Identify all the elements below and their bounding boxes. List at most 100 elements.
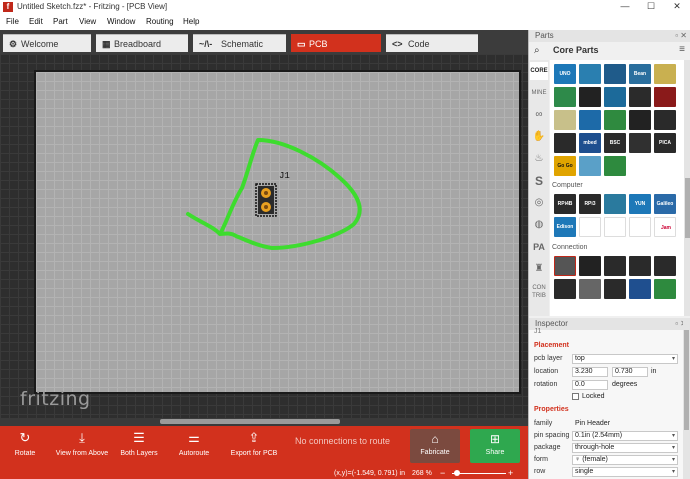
- menu-part[interactable]: Part: [53, 17, 68, 26]
- part-tile[interactable]: [579, 87, 601, 107]
- canvas-horizontal-scrollbar[interactable]: [0, 418, 528, 426]
- part-tile[interactable]: [579, 64, 601, 84]
- bin-seeed[interactable]: ♨: [530, 150, 548, 168]
- part-tile[interactable]: [579, 156, 601, 176]
- rotation-field[interactable]: 0.0: [572, 380, 608, 390]
- bin-tools[interactable]: ♜: [530, 260, 548, 278]
- part-tile[interactable]: [604, 87, 626, 107]
- zoom-out-button[interactable]: −: [440, 468, 445, 478]
- export-pcb-button[interactable]: ⇪ Export for PCB: [228, 428, 280, 457]
- part-tile[interactable]: [554, 279, 576, 299]
- part-tile[interactable]: Jam: [654, 217, 676, 237]
- tab-pcb[interactable]: ▭ PCB: [291, 34, 381, 52]
- part-tile[interactable]: UNO: [554, 64, 576, 84]
- menu-file[interactable]: File: [6, 17, 19, 26]
- bin-mine[interactable]: MINE: [530, 84, 548, 102]
- part-tile[interactable]: [604, 110, 626, 130]
- share-button[interactable]: ⊞ Share: [470, 429, 520, 463]
- part-tile[interactable]: RPi3: [579, 194, 601, 214]
- maximize-button[interactable]: ☐: [638, 0, 664, 14]
- part-tile[interactable]: [654, 279, 676, 299]
- menu-window[interactable]: Window: [107, 17, 135, 26]
- part-tile[interactable]: Bean: [629, 64, 651, 84]
- part-tile[interactable]: Edison: [554, 217, 576, 237]
- close-button[interactable]: ✕: [664, 0, 690, 14]
- part-tile[interactable]: [604, 156, 626, 176]
- trace-layer[interactable]: J1: [0, 54, 528, 426]
- bin-sparkfun[interactable]: S: [530, 172, 548, 190]
- header-j1-part[interactable]: J1: [255, 171, 290, 217]
- part-tile[interactable]: YUN: [629, 194, 651, 214]
- menu-edit[interactable]: Edit: [29, 17, 43, 26]
- search-icon[interactable]: ⌕: [534, 45, 540, 56]
- locked-checkbox[interactable]: [572, 393, 579, 400]
- fabricate-button[interactable]: ⌂ Fabricate: [410, 429, 460, 463]
- part-tile[interactable]: [554, 256, 576, 276]
- inspector-scrollbar[interactable]: [683, 318, 690, 479]
- panel-float-close-icons[interactable]: ▫ ✕: [675, 30, 687, 42]
- part-tile[interactable]: [629, 217, 651, 237]
- bin-hand[interactable]: ✋: [530, 128, 548, 146]
- part-tile[interactable]: [554, 110, 576, 130]
- part-tile[interactable]: Galileo: [654, 194, 676, 214]
- minimize-button[interactable]: —: [612, 0, 638, 14]
- part-tile[interactable]: [579, 217, 601, 237]
- part-tile[interactable]: [654, 64, 676, 84]
- part-tile[interactable]: [654, 87, 676, 107]
- part-tile[interactable]: [629, 256, 651, 276]
- part-tile[interactable]: [579, 110, 601, 130]
- tab-welcome[interactable]: ⚙ Welcome: [3, 34, 91, 52]
- bin-core[interactable]: CORE: [530, 62, 548, 80]
- bin-intel[interactable]: ◎: [530, 194, 548, 212]
- part-tile[interactable]: [654, 256, 676, 276]
- part-tile[interactable]: [604, 64, 626, 84]
- part-tile[interactable]: Go Go: [554, 156, 576, 176]
- pcb-layer-select[interactable]: top ▾: [572, 354, 678, 364]
- bin-snootlab[interactable]: ◍: [530, 216, 548, 234]
- part-tile[interactable]: [554, 87, 576, 107]
- zoom-in-button[interactable]: +: [508, 468, 513, 478]
- scrollbar-thumb[interactable]: [684, 330, 689, 430]
- zoom-level[interactable]: 268 %: [412, 470, 432, 477]
- parts-scrollbar[interactable]: [684, 60, 690, 316]
- part-tile[interactable]: [654, 110, 676, 130]
- form-select[interactable]: ♀ (female) ▾: [572, 455, 678, 465]
- part-tile[interactable]: [629, 279, 651, 299]
- menu-routing[interactable]: Routing: [146, 17, 174, 26]
- bin-pa[interactable]: PA: [530, 238, 548, 256]
- part-tile[interactable]: [604, 256, 626, 276]
- tab-code[interactable]: <> Code: [386, 34, 478, 52]
- tab-breadboard[interactable]: ▦ Breadboard: [96, 34, 188, 52]
- bin-menu-icon[interactable]: ≡: [679, 44, 685, 55]
- zoom-slider[interactable]: [452, 473, 506, 474]
- location-x-field[interactable]: 3.230: [572, 367, 608, 377]
- bin-contrib[interactable]: CON TRIB: [530, 282, 548, 300]
- menu-view[interactable]: View: [79, 17, 96, 26]
- part-tile[interactable]: [554, 133, 576, 153]
- part-tile[interactable]: [629, 110, 651, 130]
- both-layers-button[interactable]: ☰ Both Layers: [118, 428, 160, 457]
- row-select[interactable]: single ▾: [572, 467, 678, 477]
- part-tile[interactable]: mbed: [579, 133, 601, 153]
- menu-help[interactable]: Help: [183, 17, 199, 26]
- bin-arduino[interactable]: ∞: [530, 106, 548, 124]
- view-from-above-button[interactable]: ⤓ View from Above: [55, 428, 109, 457]
- part-tile[interactable]: [604, 217, 626, 237]
- tab-schematic[interactable]: ~/\- Schematic: [193, 34, 286, 52]
- part-tile[interactable]: [629, 87, 651, 107]
- scrollbar-thumb[interactable]: [160, 419, 340, 424]
- location-unit[interactable]: in: [651, 368, 656, 375]
- pcb-canvas[interactable]: J1 fritzing: [0, 54, 528, 426]
- autoroute-button[interactable]: ⚌ Autoroute: [176, 428, 212, 457]
- part-tile[interactable]: [604, 194, 626, 214]
- part-tile[interactable]: [579, 256, 601, 276]
- part-tile[interactable]: BSC: [604, 133, 626, 153]
- zoom-slider-handle[interactable]: [454, 470, 460, 476]
- part-tile[interactable]: [629, 133, 651, 153]
- rotate-button[interactable]: ↻ Rotate: [10, 428, 40, 457]
- location-y-field[interactable]: 0.730: [612, 367, 648, 377]
- part-tile[interactable]: PICA: [654, 133, 676, 153]
- part-tile[interactable]: [604, 279, 626, 299]
- package-select[interactable]: through-hole ▾: [572, 443, 678, 453]
- part-tile[interactable]: RPi4B: [554, 194, 576, 214]
